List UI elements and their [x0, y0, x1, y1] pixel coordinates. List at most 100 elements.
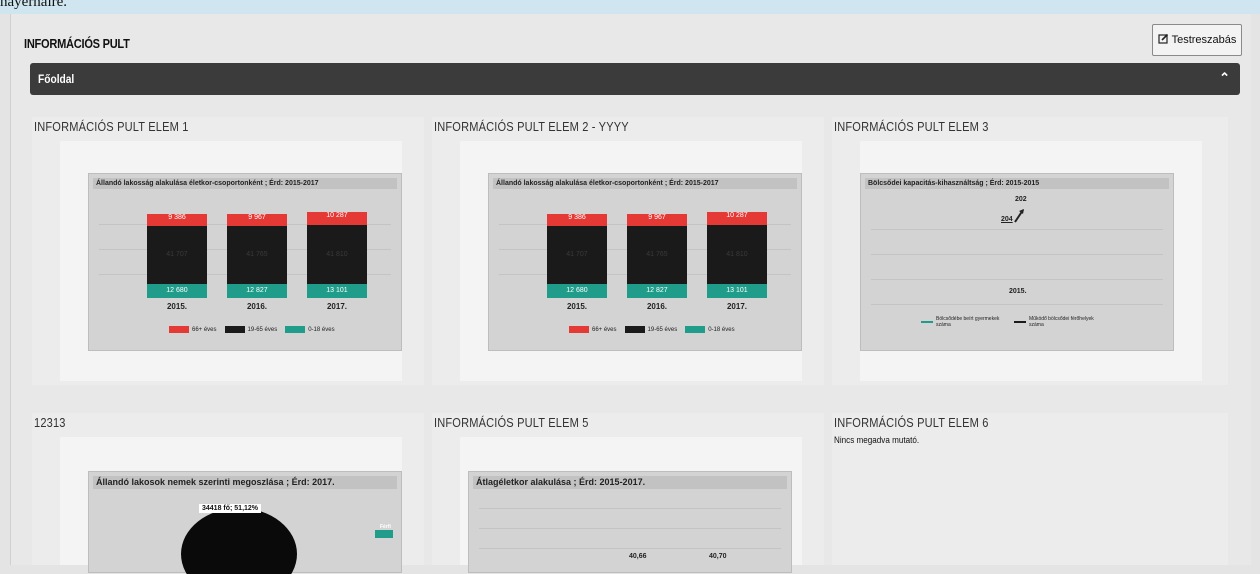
empty-state-note: Nincs megadva mutató. [834, 435, 920, 445]
bar-segment-19-65: 41 707 [547, 226, 607, 284]
tile-title: INFORMÁCIÓS PULT ELEM 2 - YYYY [434, 119, 629, 134]
customize-button[interactable]: Testreszabás [1152, 24, 1242, 56]
gridline [871, 254, 1163, 255]
tile-card: Átlagéletkor alakulása ; Érd: 2015-2017.… [460, 437, 802, 573]
legend-swatch [624, 326, 645, 333]
chart-title: Átlagéletkor alakulása ; Érd: 2015-2017. [473, 476, 787, 489]
chart-legend: Bölcsődébe beírt gyermekek száma Működő … [921, 316, 1099, 328]
edit-icon [1157, 33, 1169, 47]
bar-2015: 9 386 41 707 12 680 [147, 214, 207, 298]
legend-swatch [685, 326, 706, 333]
legend-swatch-ferfi [375, 530, 393, 538]
bar-segment-0-18: 12 680 [147, 284, 207, 298]
bar-segment-66plus: 10 287 [307, 212, 367, 225]
legend-swatch [169, 326, 189, 333]
legend-label: 19-65 éves [647, 326, 678, 333]
data-label: 202 [1015, 196, 1027, 203]
data-label: 204 [1001, 216, 1013, 223]
dashboard-tile-3[interactable]: INFORMÁCIÓS PULT ELEM 3 Bölcsődei kapaci… [832, 117, 1228, 385]
bar-segment-0-18: 13 101 [707, 284, 767, 298]
bar-2015: 9 386 41 707 12 680 [547, 214, 607, 298]
collapse-icon[interactable]: ⌃ [1219, 70, 1230, 86]
bar-segment-66plus: 9 967 [227, 214, 287, 226]
gridline [871, 279, 1163, 280]
bar-segment-19-65: 41 810 [707, 225, 767, 284]
bar-segment-66plus: 9 386 [547, 214, 607, 226]
x-tick-label: 2017. [726, 302, 748, 311]
data-label: 40,66 [629, 553, 647, 560]
tile-card: Állandó lakosság alakulása életkor-csopo… [60, 141, 402, 381]
legend-label: 19-65 éves [247, 326, 278, 333]
chart-legend: 66+ éves 19-65 éves 0-18 éves [169, 326, 335, 333]
bar-segment-0-18: 13 101 [307, 284, 367, 298]
tile-title: INFORMÁCIÓS PULT ELEM 3 [834, 119, 989, 134]
bar-segment-0-18: 12 827 [227, 284, 287, 298]
top-strip: hayernaire. [0, 0, 1260, 14]
page-title: INFORMÁCIÓS PULT [24, 36, 130, 51]
data-point-arrow [1014, 209, 1024, 223]
legend-swatch [569, 326, 589, 333]
bar-segment-19-65: 41 765 [227, 226, 287, 284]
bar-segment-19-65: 41 765 [627, 226, 687, 284]
legend-label: 0-18 éves [308, 326, 335, 333]
gridline [479, 508, 781, 509]
x-tick-label: 2016. [246, 302, 268, 311]
legend-swatch [285, 326, 306, 333]
x-tick-label: 2016. [646, 302, 668, 311]
bar-2016: 9 967 41 765 12 827 [227, 214, 287, 298]
stacked-bar-chart-2: Állandó lakosság alakulása életkor-csopo… [488, 173, 802, 351]
section-label: Főoldal [38, 72, 75, 86]
bar-segment-66plus: 9 967 [627, 214, 687, 226]
line-chart-capacity: Bölcsődei kapacitás-kihasználtság ; Érd:… [860, 173, 1174, 351]
legend-swatch [224, 326, 245, 333]
tile-card: Bölcsődei kapacitás-kihasználtság ; Érd:… [860, 141, 1202, 381]
bar-segment-0-18: 12 680 [547, 284, 607, 298]
chart-title: Állandó lakosság alakulása életkor-csopo… [493, 178, 797, 189]
bar-2016: 9 967 41 765 12 827 [627, 214, 687, 298]
chart-legend: 66+ éves 19-65 éves 0-18 éves [569, 326, 735, 333]
dashboard-tile-1[interactable]: INFORMÁCIÓS PULT ELEM 1 Állandó lakosság… [32, 117, 424, 385]
pie-slice-label: 34418 fő; 51,12% [199, 504, 262, 513]
section-header-bar[interactable]: Főoldal ⌃ [30, 63, 1240, 95]
gridline [479, 528, 781, 529]
bar-segment-66plus: 9 386 [147, 214, 207, 226]
bar-segment-19-65: 41 707 [147, 226, 207, 284]
pie-chart-gender: Állandó lakosok nemek szerinti megoszlás… [88, 471, 402, 574]
legend-label: 0-18 éves [708, 326, 735, 333]
tile-title: 12313 [34, 415, 66, 430]
dashboard-tile-4[interactable]: 12313 Állandó lakosok nemek szerinti meg… [32, 413, 424, 574]
legend-label: Működő bölcsődei férőhelyek száma [1029, 316, 1094, 328]
tile-title: INFORMÁCIÓS PULT ELEM 1 [34, 119, 189, 134]
legend-label: 66+ éves [192, 326, 217, 333]
x-tick-label: 2015. [166, 302, 188, 311]
gridline [871, 304, 1163, 305]
legend-label: Férfi [380, 524, 391, 530]
bar-segment-0-18: 12 827 [627, 284, 687, 298]
data-label: 40,70 [709, 553, 727, 560]
gridline [479, 548, 781, 549]
gridline [871, 229, 1163, 230]
chart-title: Bölcsődei kapacitás-kihasználtság ; Érd:… [865, 178, 1169, 189]
tile-title: INFORMÁCIÓS PULT ELEM 6 [834, 415, 989, 430]
bar-segment-19-65: 41 810 [307, 225, 367, 284]
legend-label: Bölcsődébe beírt gyermekek száma [936, 316, 1000, 328]
top-strip-text: hayernaire. [0, 0, 68, 10]
x-tick-label: 2015. [1009, 288, 1027, 295]
dashboard-tile-5[interactable]: INFORMÁCIÓS PULT ELEM 5 Átlagéletkor ala… [432, 413, 824, 573]
chart-title: Állandó lakosok nemek szerinti megoszlás… [93, 476, 397, 489]
tile-card: Állandó lakosok nemek szerinti megoszlás… [60, 437, 402, 574]
customize-button-label: Testreszabás [1171, 34, 1237, 46]
legend-label: 66+ éves [592, 326, 617, 333]
x-tick-label: 2017. [326, 302, 348, 311]
bar-segment-66plus: 10 287 [707, 212, 767, 225]
bar-2017: 10 287 41 810 13 101 [307, 212, 367, 298]
bar-2017: 10 287 41 810 13 101 [707, 212, 767, 298]
legend-line [1014, 321, 1026, 323]
line-chart-avg-age: Átlagéletkor alakulása ; Érd: 2015-2017.… [468, 471, 792, 573]
chart-title: Állandó lakosság alakulása életkor-csopo… [93, 178, 397, 189]
dashboard-tile-6[interactable]: INFORMÁCIÓS PULT ELEM 6 Nincs megadva mu… [832, 413, 1228, 565]
stacked-bar-chart-1: Állandó lakosság alakulása életkor-csopo… [88, 173, 402, 351]
legend-line [921, 321, 933, 323]
tile-card: Állandó lakosság alakulása életkor-csopo… [460, 141, 802, 381]
dashboard-tile-2[interactable]: INFORMÁCIÓS PULT ELEM 2 - YYYY Állandó l… [432, 117, 824, 385]
